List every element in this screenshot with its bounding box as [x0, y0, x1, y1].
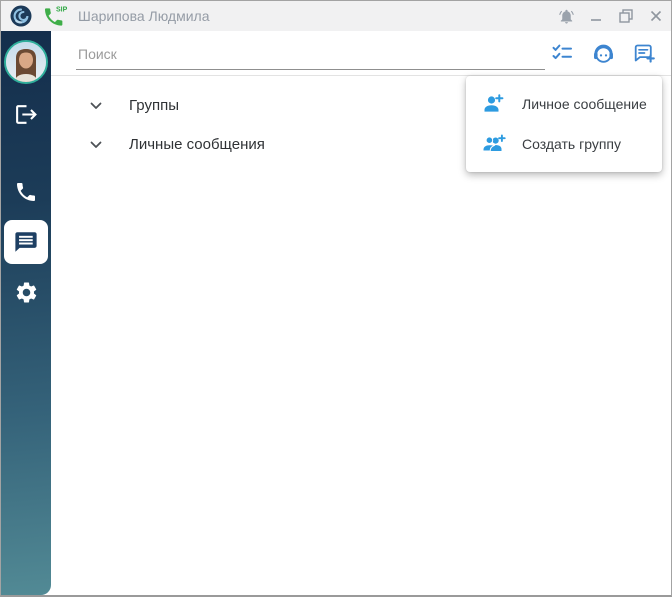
- tree-section-label: Группы: [129, 97, 179, 114]
- maximize-button[interactable]: [611, 1, 641, 31]
- sidebar-item-phone[interactable]: [1, 176, 51, 208]
- chevron-down-icon: [89, 99, 103, 113]
- app-window: SIP Шарипова Людмила Поиск Группы Личные…: [0, 0, 672, 597]
- sidebar-item-chats[interactable]: [4, 220, 48, 264]
- close-button[interactable]: [641, 1, 671, 31]
- svg-text:SIP: SIP: [56, 7, 68, 14]
- multi-select-checklist-icon[interactable]: [549, 40, 575, 66]
- gear-icon: [16, 282, 36, 302]
- chevron-down-icon: [89, 138, 103, 152]
- sidebar: [1, 31, 51, 595]
- group-add-icon: [482, 132, 506, 156]
- support-headset-icon[interactable]: [590, 40, 616, 66]
- sip-phone-icon: SIP: [41, 4, 69, 28]
- menu-item-create-group[interactable]: Создать группу: [466, 124, 662, 164]
- chat-icon: [15, 232, 37, 252]
- phone-icon: [17, 183, 35, 201]
- menu-item-personal-message[interactable]: Личное сообщение: [466, 84, 662, 124]
- sidebar-item-logout[interactable]: [1, 98, 51, 130]
- sidebar-item-settings[interactable]: [1, 276, 51, 308]
- search-toolbar: [51, 31, 671, 75]
- new-message-icon[interactable]: [631, 40, 657, 66]
- app-logo-icon: [10, 5, 32, 27]
- person-add-icon: [482, 92, 506, 116]
- minimize-button[interactable]: [581, 1, 611, 31]
- user-avatar[interactable]: [4, 40, 48, 84]
- menu-item-label: Создать группу: [522, 136, 621, 152]
- tree-section-label: Личные сообщения: [129, 136, 265, 153]
- new-message-dropdown: Личное сообщение Создать группу: [466, 76, 662, 172]
- logout-icon: [15, 104, 37, 124]
- titlebar: SIP Шарипова Людмила: [1, 1, 671, 31]
- window-title: Шарипова Людмила: [78, 8, 210, 24]
- search-input[interactable]: [76, 39, 545, 70]
- menu-item-label: Личное сообщение: [522, 96, 647, 112]
- notifications-bell-icon[interactable]: [551, 1, 581, 31]
